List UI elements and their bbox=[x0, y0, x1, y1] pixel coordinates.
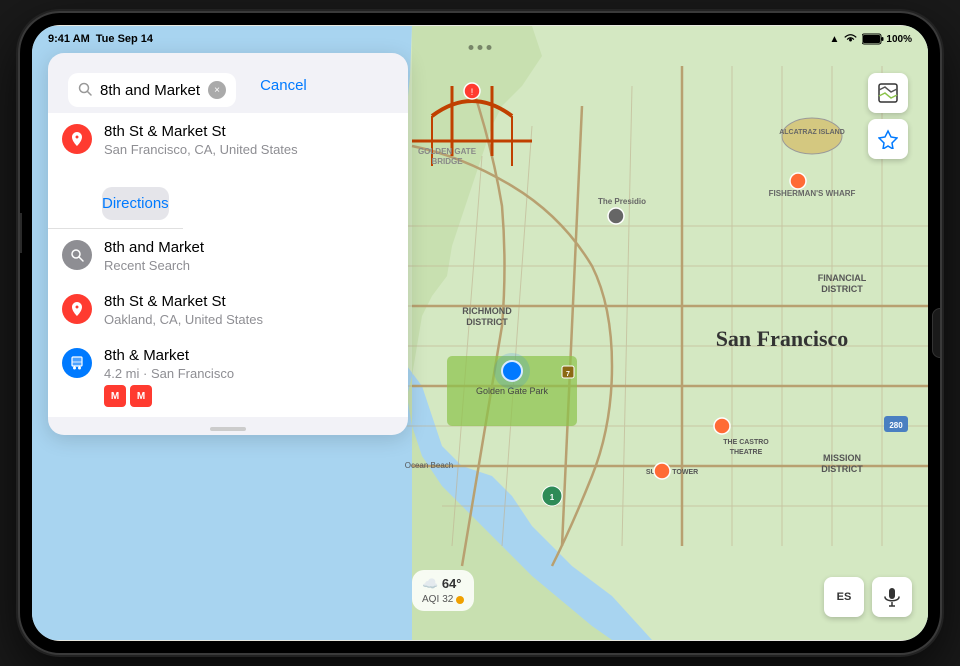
search-cancel-button[interactable]: Cancel bbox=[252, 77, 311, 94]
svg-text:1: 1 bbox=[550, 493, 555, 502]
result-name-4: 8th & Market bbox=[104, 347, 394, 364]
result-name-1: 8th St & Market St bbox=[104, 123, 298, 140]
svg-text:THEATRE: THEATRE bbox=[730, 449, 763, 456]
battery-icon: 100% bbox=[862, 33, 912, 45]
panel-handle bbox=[48, 417, 408, 435]
result-sub-3: Oakland, CA, United States bbox=[104, 312, 394, 327]
result-name-3: 8th St & Market St bbox=[104, 293, 394, 310]
map-controls bbox=[868, 73, 908, 159]
bottom-controls: ES bbox=[824, 577, 912, 617]
svg-text:DISTRICT: DISTRICT bbox=[821, 464, 863, 474]
date-display: Tue Sep 14 bbox=[96, 33, 153, 45]
microphone-button[interactable] bbox=[872, 577, 912, 617]
sun-icon: ☁️ bbox=[422, 576, 438, 591]
handle-bar bbox=[210, 427, 246, 431]
search-icon bbox=[78, 82, 92, 99]
transit-icon-1: M bbox=[104, 385, 126, 407]
time-display: 9:41 AM bbox=[48, 33, 90, 45]
search-result-2[interactable]: 8th and Market Recent Search bbox=[48, 229, 408, 283]
svg-text:!: ! bbox=[471, 87, 474, 97]
weather-aqi: AQI 32 bbox=[422, 594, 464, 605]
volume-button[interactable] bbox=[20, 213, 22, 253]
svg-text:DISTRICT: DISTRICT bbox=[821, 284, 863, 294]
status-bar: 9:41 AM Tue Sep 14 ▲ bbox=[32, 25, 928, 53]
search-clear-button[interactable]: × bbox=[208, 81, 226, 99]
screen: 9:41 AM Tue Sep 14 ▲ bbox=[32, 25, 928, 641]
svg-text:280: 280 bbox=[889, 421, 903, 430]
result-name-2: 8th and Market bbox=[104, 239, 394, 256]
result-icon-3 bbox=[62, 294, 92, 324]
result-text-3: 8th St & Market St Oakland, CA, United S… bbox=[104, 293, 394, 327]
directions-button-wrap: Directions bbox=[48, 179, 183, 229]
svg-text:Ocean Beach: Ocean Beach bbox=[405, 461, 453, 470]
svg-text:ALCATRAZ ISLAND: ALCATRAZ ISLAND bbox=[779, 129, 845, 136]
transit-icon-2: M bbox=[130, 385, 152, 407]
search-result-4[interactable]: 8th & Market 4.2 mi · San Francisco M M bbox=[48, 337, 408, 417]
location-button[interactable] bbox=[868, 119, 908, 159]
result-sub-4: 4.2 mi · San Francisco bbox=[104, 366, 394, 381]
svg-text:FISHERMAN'S WHARF: FISHERMAN'S WHARF bbox=[769, 189, 856, 198]
svg-text:7: 7 bbox=[566, 371, 570, 378]
svg-text:THE CASTRO: THE CASTRO bbox=[723, 439, 769, 446]
battery-level: 100% bbox=[886, 34, 912, 45]
result-text-2: 8th and Market Recent Search bbox=[104, 239, 394, 273]
search-result-3[interactable]: 8th St & Market St Oakland, CA, United S… bbox=[48, 283, 408, 337]
search-result-1[interactable]: 8th St & Market St San Francisco, CA, Un… bbox=[48, 113, 408, 229]
result-sub-2: Recent Search bbox=[104, 258, 394, 273]
svg-text:San Francisco: San Francisco bbox=[716, 326, 849, 351]
result-icon-4 bbox=[62, 348, 92, 378]
search-input[interactable]: 8th and Market bbox=[100, 82, 200, 99]
result-text-4: 8th & Market 4.2 mi · San Francisco M M bbox=[104, 347, 394, 407]
svg-text:GOLDEN GATE: GOLDEN GATE bbox=[418, 147, 477, 156]
location-icon: ▲ bbox=[830, 34, 840, 45]
svg-text:DISTRICT: DISTRICT bbox=[466, 317, 508, 327]
svg-text:RICHMOND: RICHMOND bbox=[462, 306, 512, 316]
directions-button[interactable]: Directions bbox=[102, 187, 169, 220]
es-button[interactable]: ES bbox=[824, 577, 864, 617]
svg-text:MISSION: MISSION bbox=[823, 453, 861, 463]
result-text-1: 8th St & Market St San Francisco, CA, Un… bbox=[104, 123, 298, 157]
wifi-icon bbox=[843, 32, 858, 47]
search-results-list: 8th St & Market St San Francisco, CA, Un… bbox=[48, 113, 408, 417]
search-bar[interactable]: 8th and Market × bbox=[68, 73, 236, 107]
ipad-device: 9:41 AM Tue Sep 14 ▲ bbox=[20, 13, 940, 653]
result-icon-1 bbox=[62, 124, 92, 154]
svg-text:The Presidio: The Presidio bbox=[598, 197, 646, 206]
aqi-indicator bbox=[456, 596, 464, 604]
search-panel: 8th and Market × Cancel bbox=[48, 53, 408, 435]
svg-text:FINANCIAL: FINANCIAL bbox=[818, 273, 867, 283]
home-button[interactable] bbox=[932, 308, 940, 358]
result-icon-2 bbox=[62, 240, 92, 270]
transit-icons: M M bbox=[104, 385, 394, 407]
map-type-button[interactable] bbox=[868, 73, 908, 113]
svg-text:BRIDGE: BRIDGE bbox=[431, 157, 463, 166]
weather-temperature: ☁️ 64° bbox=[422, 576, 464, 592]
result-sub-1: San Francisco, CA, United States bbox=[104, 142, 298, 157]
weather-widget: ☁️ 64° AQI 32 bbox=[412, 570, 474, 611]
